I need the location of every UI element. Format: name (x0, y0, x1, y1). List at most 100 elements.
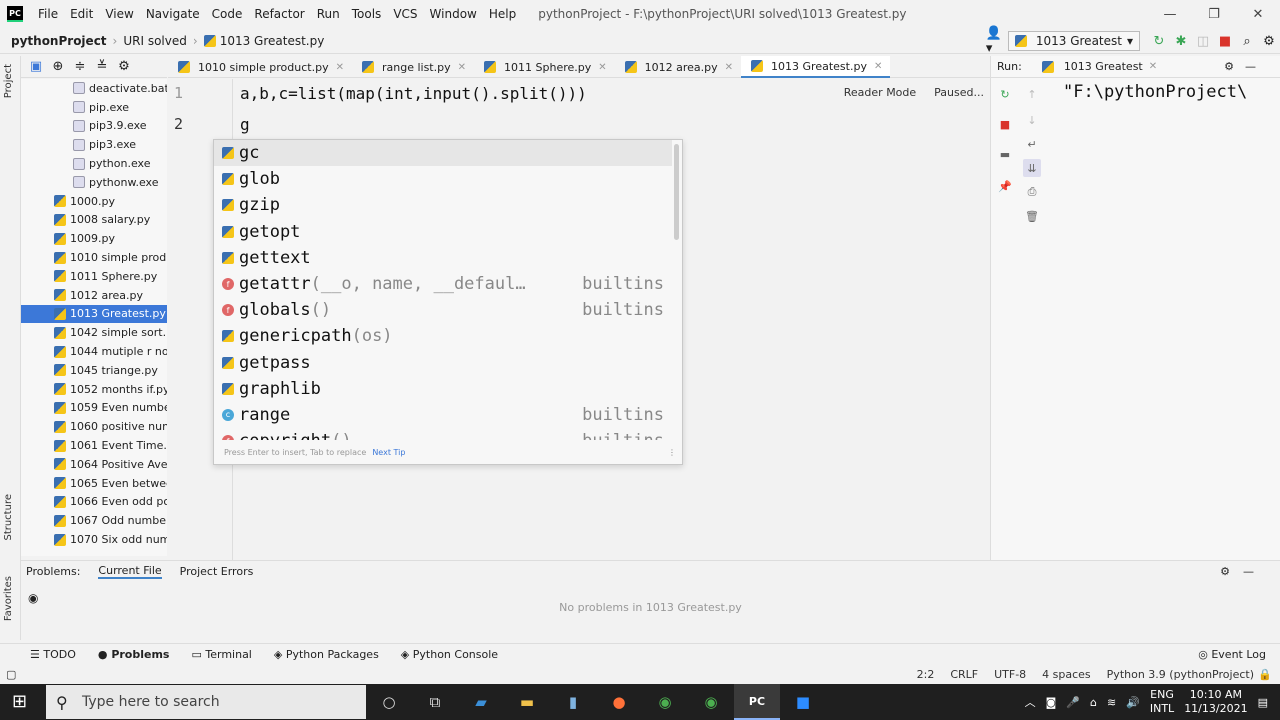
menu-navigate[interactable]: Navigate (140, 7, 206, 21)
rerun-icon[interactable]: ↻ (1148, 30, 1170, 52)
tree-item[interactable]: pip.exe (21, 98, 167, 117)
editor-tab[interactable]: 1013 Greatest.py ✕ (741, 56, 891, 78)
tree-item[interactable]: 1008 salary.py (21, 211, 167, 230)
menu-run[interactable]: Run (311, 7, 346, 21)
clock[interactable]: 10:10 AM 11/13/2021 (1184, 688, 1247, 716)
tree-item[interactable]: 1013 Greatest.py (21, 304, 167, 324)
code-line[interactable]: a,b,c=list(map(int,input().split())) (240, 84, 587, 103)
expand-all-icon[interactable]: ≑ (71, 56, 89, 78)
task-view-icon[interactable]: ⧉ (412, 684, 458, 720)
structure-tool-label[interactable]: Structure (3, 494, 14, 541)
rerun-icon[interactable]: ↻ (996, 85, 1014, 103)
tree-item[interactable]: 1065 Even between (21, 474, 167, 493)
app-icon[interactable]: ▰ (458, 684, 504, 720)
minimize-panel-icon[interactable]: — (1243, 565, 1254, 578)
pycharm-taskbar-icon[interactable]: PC (734, 684, 780, 720)
favorites-tool-label[interactable]: Favorites (3, 576, 14, 621)
file-explorer-icon[interactable]: ▬ (504, 684, 550, 720)
gear-icon[interactable]: ⚙ (1224, 60, 1234, 73)
tool-python-packages[interactable]: ◈ Python Packages (274, 648, 379, 661)
layout-icon[interactable]: ▬ (996, 145, 1014, 163)
stop-icon[interactable]: ■ (996, 115, 1014, 133)
language-indicator[interactable]: ENG INTL (1150, 688, 1174, 716)
trash-icon[interactable]: 🗑 (1023, 207, 1041, 225)
completion-item[interactable]: gettext (214, 245, 672, 271)
completion-item[interactable]: f globals() builtins (214, 297, 672, 323)
tree-item[interactable]: 1000.py (21, 192, 167, 211)
menu-file[interactable]: File (32, 7, 64, 21)
chrome-icon[interactable]: ◉ (688, 684, 734, 720)
breadcrumb-project[interactable]: pythonProject (11, 34, 107, 48)
webcam-icon[interactable]: ◙ (1046, 696, 1057, 709)
tree-item[interactable]: 1070 Six odd num.p (21, 530, 167, 549)
down-icon[interactable]: ↓ (1023, 111, 1041, 129)
search-icon[interactable]: ⌕ (1236, 30, 1258, 52)
close-icon[interactable]: ✕ (458, 62, 466, 73)
tree-item[interactable]: 1061 Event Time.py (21, 436, 167, 455)
next-tip-link[interactable]: Next Tip (372, 448, 405, 457)
breadcrumb-folder[interactable]: URI solved (123, 34, 187, 48)
completion-item[interactable]: gzip (214, 192, 672, 218)
tree-item[interactable]: 1042 simple sort.py (21, 323, 167, 342)
tree-item[interactable]: 1067 Odd number.p (21, 511, 167, 530)
debug-icon[interactable]: ✱ (1170, 30, 1192, 52)
collapse-all-icon[interactable]: ≚ (93, 56, 111, 78)
tree-item[interactable]: 1052 months if.py (21, 380, 167, 399)
completion-item[interactable]: gc (214, 140, 672, 167)
completion-item[interactable]: getopt (214, 219, 672, 245)
print-icon[interactable]: ⎙ (1023, 183, 1041, 201)
tree-item[interactable]: 1045 triange.py (21, 361, 167, 380)
soft-wrap-icon[interactable]: ↵ (1023, 135, 1041, 153)
tool-python-console[interactable]: ◈ Python Console (401, 648, 498, 661)
close-button[interactable]: ✕ (1236, 0, 1280, 28)
wifi-icon[interactable]: ≋ (1107, 696, 1116, 709)
breadcrumb-file[interactable]: 1013 Greatest.py (220, 34, 325, 48)
project-tool-label[interactable]: Project (3, 64, 14, 98)
completion-item[interactable]: glob (214, 166, 672, 192)
minimize-button[interactable]: — (1148, 0, 1192, 28)
windows-start-icon[interactable]: ⊞ (12, 691, 27, 712)
tree-item[interactable]: 1011 Sphere.py (21, 267, 167, 286)
tree-item[interactable]: 1009.py (21, 229, 167, 248)
tool-problems[interactable]: ● Problems (98, 648, 170, 661)
tree-item[interactable]: 1010 simple product (21, 248, 167, 267)
close-icon[interactable]: ✕ (598, 62, 606, 73)
taskbar-search[interactable]: ⚲ Type here to search (46, 685, 366, 719)
panel-toggle-icon[interactable]: ▢ (6, 668, 16, 681)
completion-item[interactable]: fcopyright()builtins (214, 428, 672, 440)
completion-item[interactable]: f getattr (__o, name, __defaul… builtins (214, 271, 672, 297)
run-output[interactable]: "F:\pythonProject\ (1063, 82, 1247, 102)
close-icon[interactable]: ✕ (1149, 61, 1157, 72)
tree-item[interactable]: deactivate.bat (21, 79, 167, 98)
notepad-icon[interactable]: ▮ (550, 684, 596, 720)
completion-item[interactable]: graphlib (214, 376, 672, 402)
tab-current-file[interactable]: Current File (98, 564, 162, 579)
restore-button[interactable]: ❐ (1192, 0, 1236, 28)
close-icon[interactable]: ✕ (336, 62, 344, 73)
close-icon[interactable]: ✕ (874, 61, 882, 72)
menu-help[interactable]: Help (483, 7, 522, 21)
stop-icon[interactable]: ■ (1214, 30, 1236, 52)
project-view-icon[interactable]: ▣ (27, 56, 45, 78)
vcs-user-icon[interactable]: 👤▾ (986, 26, 1008, 56)
menu-tools[interactable]: Tools (346, 7, 388, 21)
lock-icon[interactable]: 🔒 (1258, 668, 1272, 681)
zoom-icon[interactable]: ■ (780, 684, 826, 720)
tree-item[interactable]: 1064 Positive Avera (21, 455, 167, 474)
menu-window[interactable]: Window (424, 7, 483, 21)
close-icon[interactable]: ✕ (725, 62, 733, 73)
tree-item[interactable]: pip3.exe (21, 135, 167, 154)
tree-item[interactable]: 1066 Even odd posit (21, 493, 167, 512)
file-encoding[interactable]: UTF-8 (994, 668, 1026, 681)
tree-item[interactable]: pythonw.exe (21, 173, 167, 192)
tree-item[interactable]: 1060 positive numb (21, 417, 167, 436)
run-tab[interactable]: 1013 Greatest (1064, 60, 1143, 73)
editor-tab[interactable]: 1012 area.py ✕ (615, 56, 741, 78)
menu-vcs[interactable]: VCS (387, 7, 423, 21)
indent-setting[interactable]: 4 spaces (1042, 668, 1091, 681)
tree-item[interactable]: python.exe (21, 154, 167, 173)
caret-position[interactable]: 2:2 (917, 668, 935, 681)
menu-view[interactable]: View (99, 7, 139, 21)
menu-refactor[interactable]: Refactor (248, 7, 310, 21)
scroll-to-end-icon[interactable]: ⇊ (1023, 159, 1041, 177)
